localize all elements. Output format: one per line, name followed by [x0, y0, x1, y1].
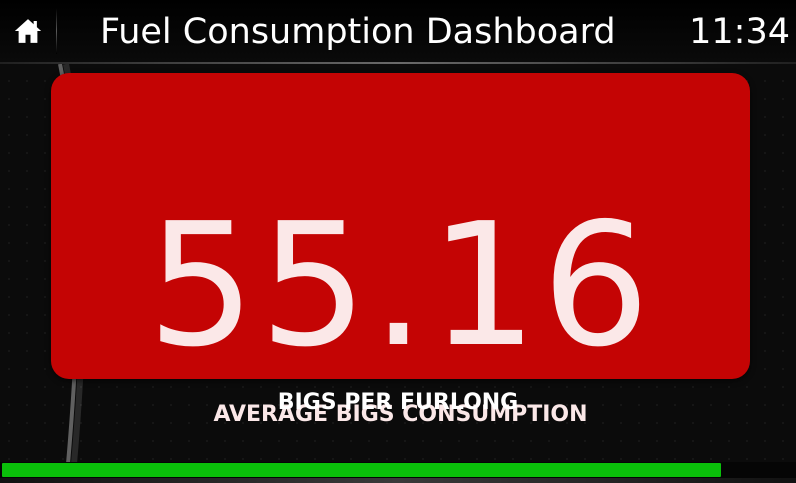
- home-button[interactable]: [0, 0, 56, 62]
- header-divider: [56, 8, 57, 54]
- page-title: Fuel Consumption Dashboard: [100, 12, 616, 52]
- bottom-rule: [0, 478, 796, 483]
- header-rule: [0, 62, 796, 64]
- home-icon: [14, 19, 42, 43]
- header-bar: Fuel Consumption Dashboard 11:34: [0, 0, 796, 62]
- consumption-card: 55.16 AVERAGE BIGS CONSUMPTION: [51, 73, 750, 427]
- progress-track: [0, 462, 796, 478]
- clock: 11:34: [689, 12, 790, 52]
- consumption-value: 55.16: [147, 187, 654, 385]
- progress-fill: [2, 463, 721, 477]
- unit-label: BIGS PER FURLONG: [277, 390, 519, 415]
